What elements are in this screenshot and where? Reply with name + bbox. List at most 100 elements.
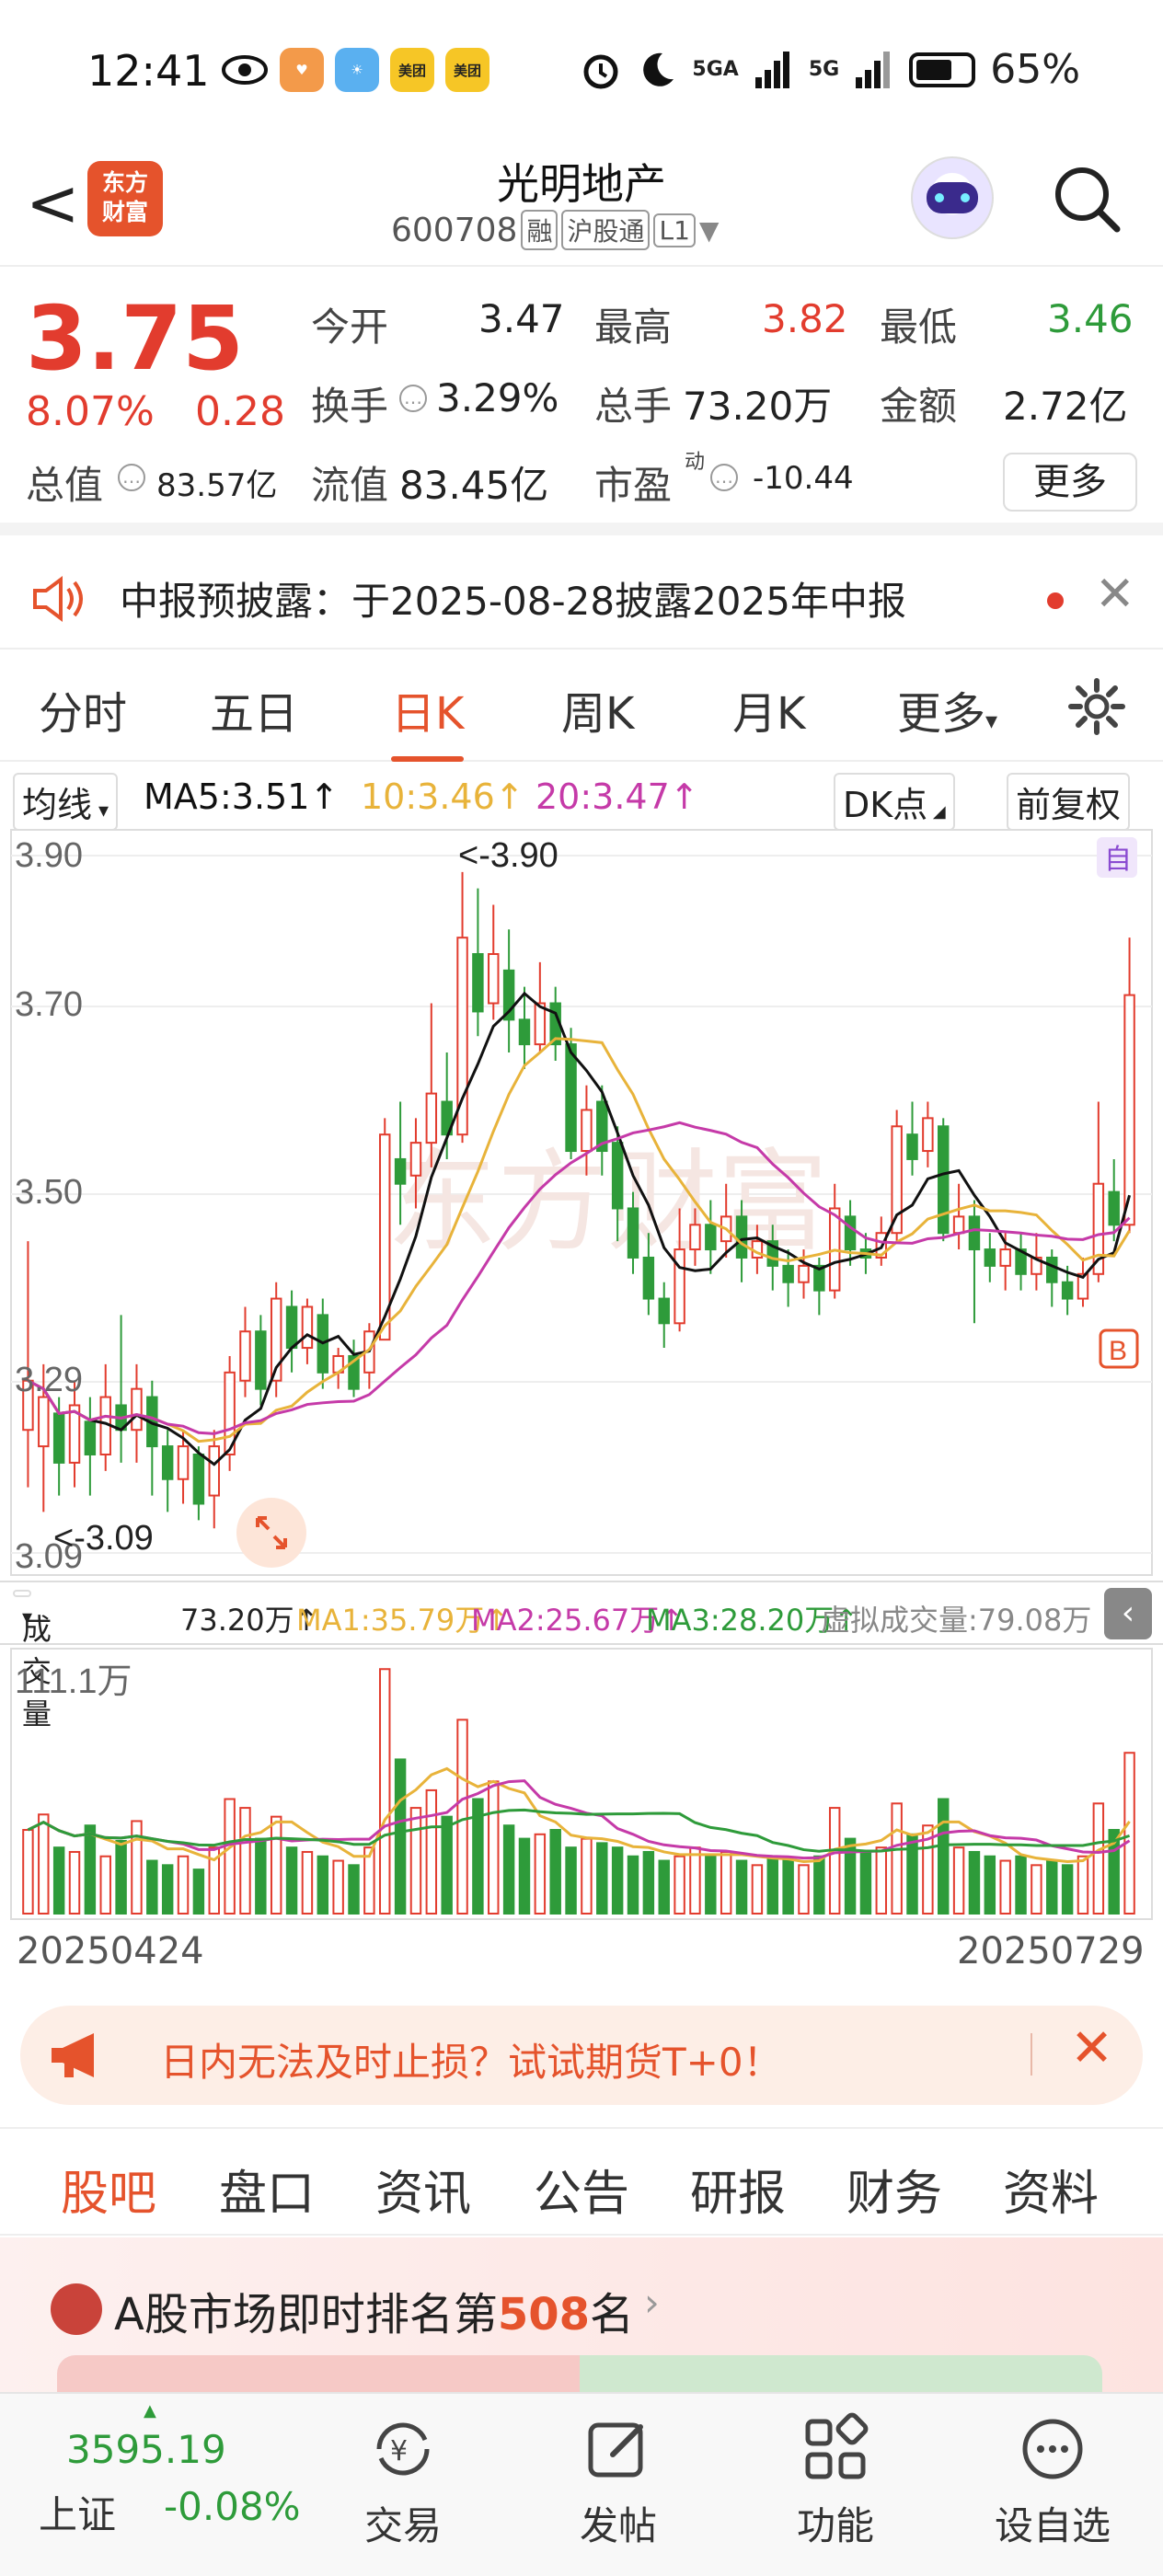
tab-profile[interactable]: 资料 [1003, 2155, 1099, 2224]
nav-functions[interactable]: 功能 [743, 2412, 927, 2551]
tab-orderbook[interactable]: 盘口 [219, 2155, 315, 2224]
tab-daily-k[interactable]: 日K [391, 677, 465, 762]
volume-bar [68, 1850, 81, 1915]
volume-bar [565, 1846, 577, 1915]
volume-bar [720, 1850, 732, 1915]
nav-add-watchlist[interactable]: 设自选 [961, 2412, 1145, 2551]
volume-legend: 成交量 ▾ 73.20万↑ MA1:35.79万↑ MA2:25.67万↑ MA… [0, 1581, 1163, 1731]
tab-more[interactable]: 更多▾ [897, 677, 997, 742]
candle-down [192, 1453, 205, 1505]
tab-five-day[interactable]: 五日 [210, 677, 298, 742]
volume-bar [22, 1829, 34, 1915]
assistant-robot-icon[interactable] [911, 156, 994, 239]
volume-bar [38, 1813, 50, 1915]
candle-down [1046, 1256, 1058, 1283]
candle-up [38, 1396, 50, 1448]
alarm-icon [583, 54, 618, 88]
index-change: -0.08% [164, 2484, 301, 2529]
trade-icon: ¥ [376, 2422, 430, 2476]
notice-bar[interactable]: 中报预披露：于2025-08-28披露2025年中报 ✕ [0, 548, 1163, 650]
volume-bar [239, 1807, 251, 1915]
meituan-icon: 美团 [390, 48, 434, 92]
tab-intraday[interactable]: 分时 [39, 677, 127, 742]
close-icon[interactable]: ✕ [1070, 2018, 1113, 2078]
candle-up [425, 1092, 438, 1144]
volume-selector[interactable]: 成交量 ▾ [13, 1590, 52, 1731]
volume-bar [549, 1829, 561, 1915]
ma-selector[interactable]: 均线 ▾ [13, 773, 119, 831]
more-dots-icon [1022, 2419, 1083, 2479]
dk-point-selector[interactable]: DK点 ◢ [834, 773, 955, 831]
stock-code: 600708 [391, 211, 518, 249]
auto-badge-label: 自 [1104, 844, 1132, 876]
tab-guba[interactable]: 股吧 [61, 2155, 157, 2248]
info-icon[interactable]: … [710, 464, 738, 491]
rank-text: A股市场即时排名第508名 [114, 2278, 634, 2342]
candle-down [984, 1248, 996, 1267]
volume-bar [379, 1668, 391, 1915]
chevron-right-icon: › [644, 2280, 660, 2325]
grid-icon [805, 2412, 869, 2479]
y-tick-3: 3.50 [15, 1173, 83, 1212]
level-tag: L1 [653, 213, 696, 247]
volume-chart[interactable]: 111.1万 [0, 1647, 1163, 1923]
info-icon[interactable]: … [399, 385, 427, 412]
turnover-value: 3.29% [436, 375, 559, 420]
candle-down [782, 1264, 794, 1283]
index-ticker[interactable]: ▲ 3595.19 上证 -0.08% [0, 2394, 313, 2576]
gear-icon[interactable] [1067, 677, 1126, 736]
candle-up [674, 1248, 685, 1325]
volume-bar [409, 1807, 422, 1915]
nav-post-label: 发帖 [579, 2503, 657, 2548]
bottom-nav: ▲ 3595.19 上证 -0.08% ¥ 交易 发帖 功能 设自选 [0, 2392, 1163, 2576]
volume-bar [456, 1719, 468, 1915]
volume-bar [224, 1798, 236, 1915]
current-price: 3.75 [26, 287, 244, 390]
volume-bar [906, 1833, 918, 1915]
tab-announcements[interactable]: 公告 [534, 2155, 629, 2224]
chevron-down-icon: ▾ [985, 707, 998, 735]
nav-post[interactable]: 发帖 [526, 2412, 710, 2551]
adjust-selector[interactable]: 前复权 [1007, 773, 1131, 831]
volume-bar [394, 1758, 407, 1915]
stock-code-row[interactable]: 600708 融 沪股通 L1 ▼ [391, 210, 719, 250]
candle-up [922, 1117, 934, 1153]
volume-bar [859, 1850, 872, 1915]
meituan-icon-2: 美团 [445, 48, 489, 92]
eye-icon [222, 55, 268, 85]
futures-ad-banner[interactable]: 日内无法及时止损？试试期货T+0！ ✕ [20, 2006, 1143, 2105]
volume-bar [270, 1815, 282, 1915]
app-heart-icon: ♥ [280, 48, 324, 92]
battery-icon [909, 52, 976, 87]
tab-monthly-k[interactable]: 月K [732, 677, 805, 742]
volume-bar [161, 1864, 174, 1915]
chevron-down-icon: ▾ [22, 1606, 33, 1629]
tab-finance[interactable]: 财务 [846, 2155, 942, 2224]
tab-weekly-k[interactable]: 周K [561, 677, 634, 742]
market-rank-banner[interactable]: A股市场即时排名第508名 › [0, 2237, 1163, 2394]
status-right-icons: 5GA 5G 65% [580, 46, 1080, 93]
tab-research[interactable]: 研报 [690, 2155, 786, 2224]
volume-max-label: 111.1万 [15, 1662, 132, 1701]
tab-news[interactable]: 资讯 [375, 2155, 471, 2224]
close-icon[interactable]: ✕ [1095, 567, 1135, 622]
volume-bar [828, 1807, 841, 1915]
status-bar: 12:41 ♥ ☀ 美团 美团 5GA 5G 65% [0, 0, 1163, 138]
volume-bar [782, 1859, 794, 1915]
info-icon[interactable]: … [118, 464, 145, 491]
tab-more-label: 更多 [897, 688, 986, 740]
more-button[interactable]: 更多 [1003, 453, 1137, 512]
candle-down [394, 1157, 407, 1185]
volume-bar [99, 1855, 111, 1915]
kline-chart[interactable]: 东方财富 3.90 3.70 3.50 3.29 3.09 <-3.90 <-3… [0, 826, 1163, 1581]
search-icon[interactable] [1049, 161, 1123, 235]
candle-up [239, 1330, 251, 1382]
collapse-arrow-icon[interactable]: ‹ [1104, 1588, 1152, 1639]
candle-down [52, 1412, 65, 1464]
volume-bar [317, 1855, 329, 1915]
divider [1031, 2033, 1032, 2076]
float-label: 流值 [311, 463, 389, 508]
nav-trade[interactable]: ¥ 交易 [311, 2412, 495, 2551]
nav-add-watchlist-label: 设自选 [994, 2503, 1111, 2548]
volume-bar [1031, 1864, 1042, 1915]
